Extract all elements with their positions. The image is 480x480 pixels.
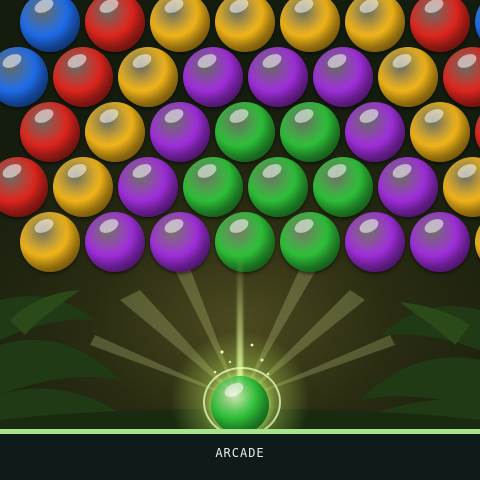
bubble-purple: [150, 212, 210, 272]
bubble-purple: [150, 102, 210, 162]
bubble-green: [313, 157, 373, 217]
bubble-blue: [475, 0, 480, 52]
bubble-purple: [183, 47, 243, 107]
bubble-red: [53, 47, 113, 107]
bubble-yellow: [345, 0, 405, 52]
bubble-green: [215, 102, 275, 162]
bubble-yellow: [378, 47, 438, 107]
mode-label: ARCADE: [215, 446, 265, 460]
bubble-green: [280, 212, 340, 272]
right-leaves: [340, 302, 480, 430]
bubble-purple: [345, 212, 405, 272]
left-leaves: [0, 290, 140, 430]
bubble-yellow: [150, 0, 210, 52]
bubble-red: [443, 47, 480, 107]
bubble-green: [215, 212, 275, 272]
bubble-red: [0, 157, 48, 217]
bubble-yellow: [118, 47, 178, 107]
bubble-blue: [0, 47, 48, 107]
bubble-purple: [345, 102, 405, 162]
bubble-green: [248, 157, 308, 217]
bubble-yellow: [475, 212, 480, 272]
bubble-purple: [313, 47, 373, 107]
bubble-purple: [410, 212, 470, 272]
game-scene[interactable]: ARCADE: [0, 0, 480, 480]
shooter-bubble[interactable]: [211, 376, 269, 434]
bubble-blue: [20, 0, 80, 52]
bubble-red: [475, 102, 480, 162]
bubble-yellow: [215, 0, 275, 52]
bubble-yellow: [280, 0, 340, 52]
bubble-red: [85, 0, 145, 52]
bubble-red: [410, 0, 470, 52]
bubble-purple: [248, 47, 308, 107]
bubble-yellow: [410, 102, 470, 162]
bubble-yellow: [443, 157, 480, 217]
bubble-yellow: [20, 212, 80, 272]
aim-beam: [237, 255, 243, 385]
bubble-purple: [85, 212, 145, 272]
bubble-red: [20, 102, 80, 162]
bubble-purple: [378, 157, 438, 217]
bubble-green: [183, 157, 243, 217]
bubble-purple: [118, 157, 178, 217]
bubble-yellow: [53, 157, 113, 217]
bubble-green: [280, 102, 340, 162]
bubble-yellow: [85, 102, 145, 162]
